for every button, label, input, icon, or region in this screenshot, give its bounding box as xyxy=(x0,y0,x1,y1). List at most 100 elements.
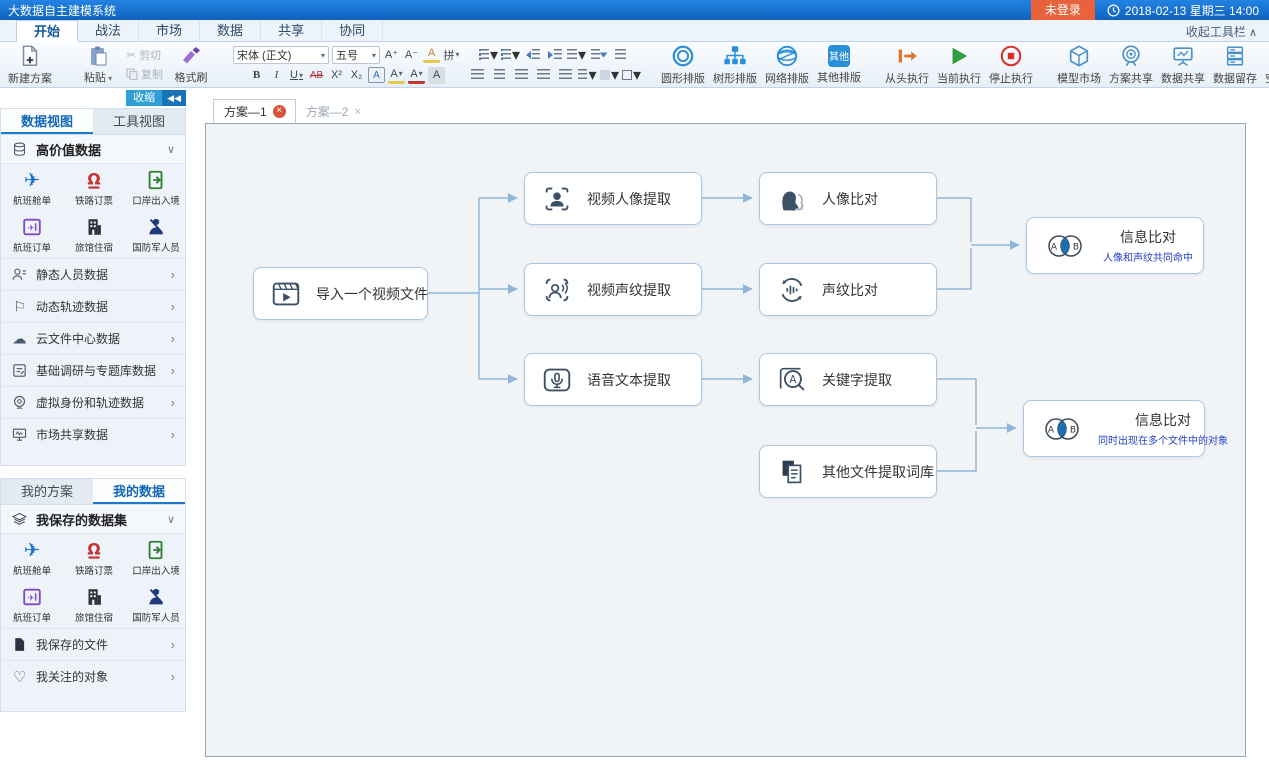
shrink-font-button[interactable]: A⁻ xyxy=(403,46,420,63)
ribbon-tab-tactics[interactable]: 战法 xyxy=(78,20,139,42)
flow-canvas[interactable]: 导入一个视频文件 视频人像提取 视频声纹提取 语音文本提取 人像比对 声纹比对 … xyxy=(205,123,1246,757)
plan-share-button[interactable]: 方案共享 xyxy=(1105,43,1157,87)
dataset-defense-personnel[interactable]: 国防军人员 xyxy=(125,211,187,258)
close-icon[interactable] xyxy=(273,105,286,118)
data-share-button[interactable]: 数据共享 xyxy=(1157,43,1209,87)
show-marks-button[interactable] xyxy=(611,46,630,63)
run-from-start-icon xyxy=(894,44,920,68)
justify-button[interactable] xyxy=(534,66,553,83)
close-icon[interactable] xyxy=(354,106,360,118)
subscript-button[interactable]: X₂ xyxy=(348,67,365,84)
format-painter-button[interactable]: 格式刷 xyxy=(165,43,217,87)
person-icon xyxy=(11,266,28,283)
dataset-port-entry-exit[interactable]: 口岸出入境 xyxy=(125,534,187,581)
ribbon-tab-market[interactable]: 市场 xyxy=(139,20,200,42)
node-import-video-file[interactable]: 导入一个视频文件 xyxy=(253,267,428,320)
dataset-defense-personnel[interactable]: 国防军人员 xyxy=(125,581,187,628)
text-effects-button[interactable]: A xyxy=(423,46,440,63)
section-high-value-data[interactable]: 高价值数据 xyxy=(1,135,185,164)
dataset-flight-order[interactable]: 航班订单 xyxy=(1,211,63,258)
dataset-hotel-stay[interactable]: 旅馆住宿 xyxy=(63,581,125,628)
tab-my-plans[interactable]: 我的方案 xyxy=(1,479,93,504)
node-keyword-extract[interactable]: A 关键字提取 xyxy=(759,353,937,406)
data-retention-button[interactable]: 数据留存 xyxy=(1209,43,1261,87)
copy-button[interactable]: 复制 xyxy=(126,66,163,82)
sidebar-collapse-button[interactable]: 收缩 xyxy=(126,90,186,106)
my-followed-objects[interactable]: 我关注的对象 xyxy=(1,660,185,692)
node-speech-text-extract[interactable]: 语音文本提取 xyxy=(524,353,702,406)
align-left-button[interactable] xyxy=(468,66,487,83)
underline-button[interactable]: U▾ xyxy=(288,67,305,84)
bold-button[interactable]: B xyxy=(248,67,265,84)
tab-tool-view[interactable]: 工具视图 xyxy=(93,109,185,134)
network-layout-button[interactable]: 网络排版 xyxy=(761,43,813,87)
section-my-saved-datasets[interactable]: 我保存的数据集 xyxy=(1,505,185,534)
category-cloud-file-data[interactable]: 云文件中心数据 xyxy=(1,322,185,354)
space-management-button[interactable]: 空间管理 xyxy=(1261,43,1269,87)
stop-run-button[interactable]: 停止执行 xyxy=(985,43,1037,87)
login-status-badge[interactable]: 未登录 xyxy=(1031,0,1095,20)
category-market-shared-data[interactable]: 市场共享数据 xyxy=(1,418,185,450)
node-info-compare-face-voice[interactable]: AB 信息比对 人像和声纹共同命中 xyxy=(1026,217,1204,274)
character-scale-button[interactable]: ▾ xyxy=(567,46,586,63)
node-other-files-lexicon[interactable]: 其他文件提取词库 xyxy=(759,445,937,498)
outdent-button[interactable] xyxy=(523,46,542,63)
dataset-hotel-stay[interactable]: 旅馆住宿 xyxy=(63,211,125,258)
strikethrough-button[interactable]: AB xyxy=(308,67,325,84)
superscript-button[interactable]: X² xyxy=(328,67,345,84)
category-dynamic-track-data[interactable]: 动态轨迹数据 xyxy=(1,290,185,322)
align-right-button[interactable] xyxy=(512,66,531,83)
dataset-port-entry-exit[interactable]: 口岸出入境 xyxy=(125,164,187,211)
other-layout-button[interactable]: 其他 其他排版 xyxy=(813,43,865,87)
category-virtual-identity-data[interactable]: 虚拟身份和轨迹数据 xyxy=(1,386,185,418)
character-border-button[interactable]: A xyxy=(368,67,385,83)
italic-button[interactable]: I xyxy=(268,67,285,84)
borders-button[interactable]: ▾ xyxy=(622,66,641,83)
bullet-list-button[interactable]: ▾ xyxy=(479,46,498,63)
ribbon-tab-start[interactable]: 开始 xyxy=(16,20,78,42)
shading-fill-button[interactable]: ▾ xyxy=(600,66,619,83)
run-current-button[interactable]: 当前执行 xyxy=(933,43,985,87)
node-video-voiceprint-extract[interactable]: 视频声纹提取 xyxy=(524,263,702,316)
my-saved-files[interactable]: 我保存的文件 xyxy=(1,628,185,660)
dataset-flight-order[interactable]: 航班订单 xyxy=(1,581,63,628)
font-size-select[interactable]: 五号 xyxy=(332,46,380,64)
line-spacing-button[interactable]: ▾ xyxy=(578,66,597,83)
font-color-button[interactable]: A▾ xyxy=(408,67,425,84)
sort-button[interactable] xyxy=(589,46,608,63)
circle-layout-button[interactable]: 圆形排版 xyxy=(657,43,709,87)
font-family-select[interactable]: 宋体 (正文) xyxy=(233,46,329,64)
node-face-compare[interactable]: 人像比对 xyxy=(759,172,937,225)
run-from-start-button[interactable]: 从头执行 xyxy=(881,43,933,87)
numbered-list-button[interactable]: ▾ xyxy=(501,46,520,63)
canvas-tab-plan1[interactable]: 方案—1 xyxy=(213,99,296,124)
character-shading-button[interactable]: A xyxy=(428,67,445,84)
collapse-toolbar-button[interactable]: 收起工具栏 xyxy=(1186,23,1257,40)
dataset-railway-ticket[interactable]: 铁路订票 xyxy=(63,534,125,581)
canvas-tab-plan2[interactable]: 方案—2 xyxy=(296,100,370,124)
tab-my-data[interactable]: 我的数据 xyxy=(93,479,185,504)
ribbon-tab-data[interactable]: 数据 xyxy=(200,20,261,42)
ribbon-tab-collab[interactable]: 协同 xyxy=(322,20,383,42)
grow-font-button[interactable]: A⁺ xyxy=(383,46,400,63)
ribbon-tab-share[interactable]: 共享 xyxy=(261,20,322,42)
node-voiceprint-compare[interactable]: 声纹比对 xyxy=(759,263,937,316)
tree-layout-button[interactable]: 树形排版 xyxy=(709,43,761,87)
distribute-button[interactable] xyxy=(556,66,575,83)
dataset-flight-manifest[interactable]: 航班舱单 xyxy=(1,534,63,581)
model-market-button[interactable]: 模型市场 xyxy=(1053,43,1105,87)
indent-button[interactable] xyxy=(545,46,564,63)
node-info-compare-multi-file[interactable]: AB 信息比对 同时出现在多个文件中的对象 xyxy=(1023,400,1205,457)
new-plan-button[interactable]: 新建方案 xyxy=(4,43,56,87)
highlight-color-button[interactable]: A▾ xyxy=(388,67,405,84)
dataset-flight-manifest[interactable]: 航班舱单 xyxy=(1,164,63,211)
phonetic-guide-button[interactable]: 拼▾ xyxy=(443,46,460,63)
dataset-railway-ticket[interactable]: 铁路订票 xyxy=(63,164,125,211)
node-video-face-extract[interactable]: 视频人像提取 xyxy=(524,172,702,225)
cut-button[interactable]: ✂剪切 xyxy=(126,47,163,63)
paste-button[interactable]: 粘贴 xyxy=(72,43,124,87)
align-center-button[interactable] xyxy=(490,66,509,83)
tab-data-view[interactable]: 数据视图 xyxy=(1,109,93,134)
category-static-person-data[interactable]: 静态人员数据 xyxy=(1,258,185,290)
category-research-library-data[interactable]: 基础调研与专题库数据 xyxy=(1,354,185,386)
